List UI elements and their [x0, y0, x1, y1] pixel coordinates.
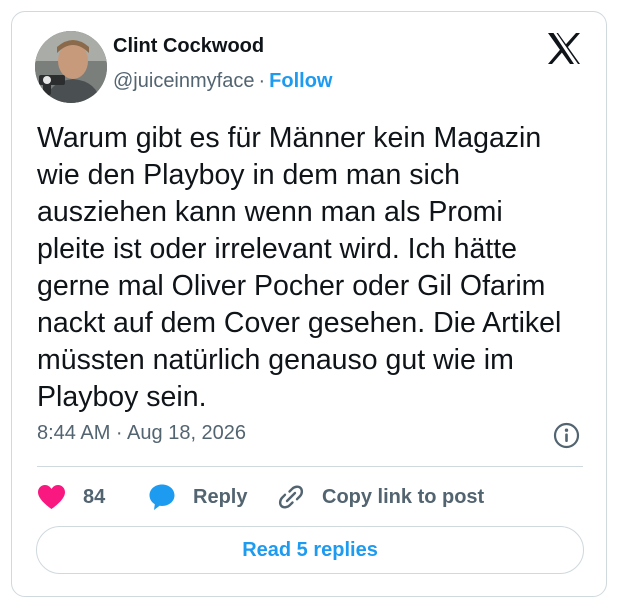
- avatar-image: [35, 31, 107, 103]
- tweet-text-line: pleite ist oder irrelevant wird. Ich hät…: [37, 233, 517, 265]
- read-replies-button[interactable]: Read 5 replies: [36, 526, 584, 574]
- author-handle[interactable]: @juiceinmyface: [113, 70, 254, 92]
- tweet-text: Warum gibt es für Männer kein Magazin wi…: [37, 120, 597, 416]
- handle-separator: ·: [258, 70, 266, 92]
- link-icon: [277, 483, 305, 511]
- tweet-text-line: gerne mal Oliver Pocher oder Gil Ofarim: [37, 270, 546, 302]
- speech-bubble-icon: [148, 483, 176, 511]
- tweet-text-line: Warum gibt es für Männer kein Magazin: [37, 122, 542, 154]
- info-icon[interactable]: [553, 422, 580, 449]
- tweet-text-line: Playboy sein.: [37, 381, 207, 413]
- copy-link-button[interactable]: Copy link to post: [277, 483, 484, 511]
- author-name[interactable]: Clint Cockwood: [113, 35, 264, 58]
- timestamp[interactable]: 8:44 AM · Aug 18, 2026: [37, 422, 246, 445]
- follow-button[interactable]: Follow: [269, 70, 332, 92]
- tweet-text-line: wie den Playboy in dem man sich: [37, 159, 460, 191]
- divider: [37, 466, 583, 467]
- tweet-text-line: müssten natürlich genauso gut wie im: [37, 344, 514, 376]
- avatar[interactable]: [35, 31, 107, 103]
- like-button[interactable]: 84: [37, 483, 105, 511]
- reply-label: Reply: [193, 485, 248, 508]
- like-count: 84: [83, 485, 106, 508]
- copy-link-label: Copy link to post: [322, 485, 485, 508]
- x-logo-icon[interactable]: [547, 33, 581, 64]
- tweet-text-line: nackt auf dem Cover gesehen. Die Artikel: [37, 307, 562, 339]
- heart-icon: [37, 484, 66, 510]
- author-handle-row: @juiceinmyface · Follow: [113, 70, 332, 93]
- reply-button[interactable]: Reply: [148, 483, 247, 511]
- tweet-text-line: ausziehen kann wenn man als Promi: [37, 196, 503, 228]
